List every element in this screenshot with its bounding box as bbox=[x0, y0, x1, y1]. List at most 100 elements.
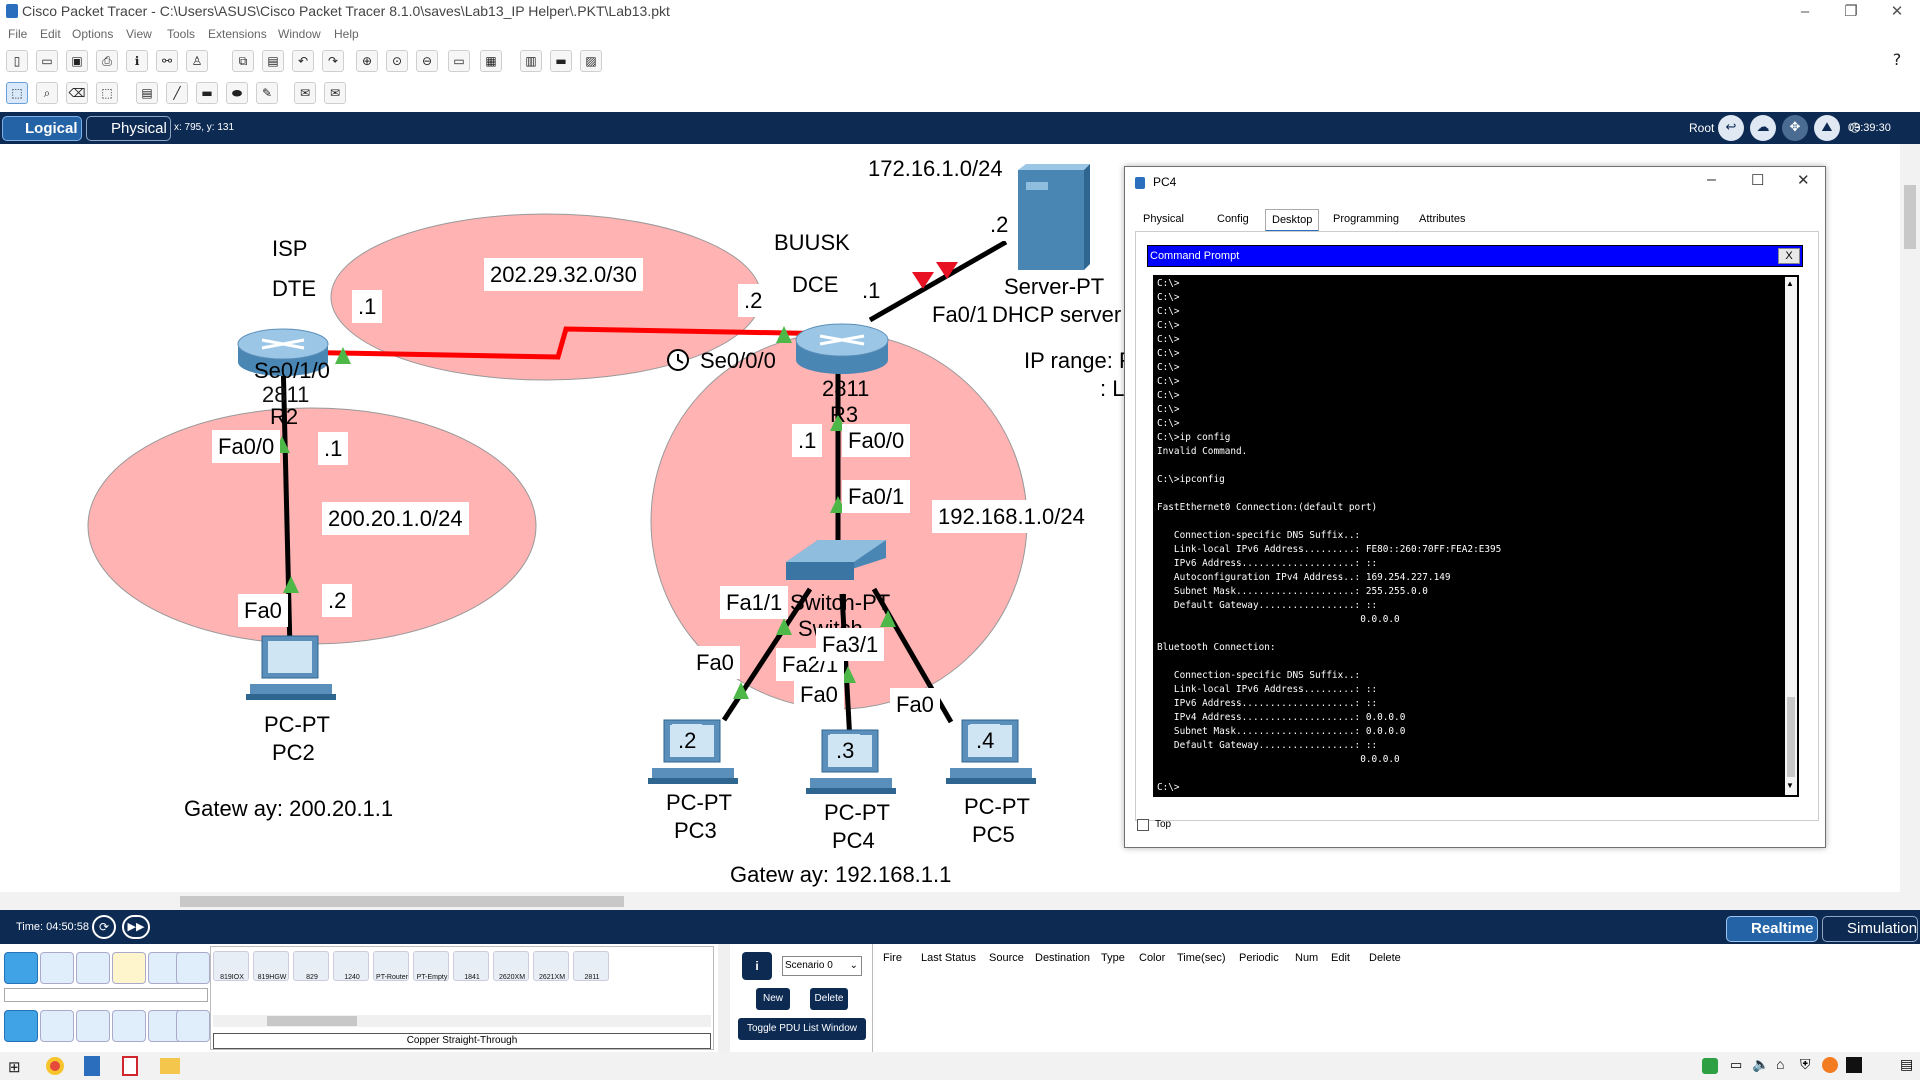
tray-network-icon[interactable]: ⌂ bbox=[1776, 1056, 1784, 1072]
menu-options[interactable]: Options bbox=[72, 27, 113, 41]
menu-edit[interactable]: Edit bbox=[40, 27, 61, 41]
draw-line-icon[interactable]: ╱ bbox=[166, 82, 188, 104]
windows-start-icon[interactable]: ⊞ bbox=[8, 1058, 21, 1076]
device-model-2621xm[interactable]: 2621XM bbox=[533, 951, 569, 981]
pdf-reader-icon[interactable] bbox=[122, 1056, 138, 1076]
activity-wizard-icon[interactable]: ♙ bbox=[186, 50, 208, 72]
delete-tool-icon[interactable]: ⌫ bbox=[66, 82, 88, 104]
command-scroll-thumb[interactable] bbox=[1787, 697, 1795, 777]
fast-forward-icon[interactable]: ▶▶ bbox=[122, 915, 150, 939]
zoom-reset-icon[interactable]: ⊙ bbox=[386, 50, 408, 72]
place-note-icon[interactable]: ▤ bbox=[136, 82, 158, 104]
components-icon[interactable] bbox=[76, 952, 110, 984]
hubs-icon[interactable] bbox=[76, 1010, 110, 1042]
info-icon[interactable]: ℹ bbox=[126, 50, 148, 72]
add-complex-pdu-icon[interactable]: ✉ bbox=[324, 82, 346, 104]
close-button[interactable]: ✕ bbox=[1882, 2, 1912, 22]
add-simple-pdu-icon[interactable]: ✉ bbox=[294, 82, 316, 104]
select-tool-icon[interactable]: ⬚ bbox=[6, 82, 28, 104]
resize-shape-icon[interactable]: ⬚ bbox=[96, 82, 118, 104]
zoom-out-icon[interactable]: ⊖ bbox=[416, 50, 438, 72]
top-checkbox[interactable] bbox=[1137, 819, 1149, 831]
menu-extensions[interactable]: Extensions bbox=[208, 27, 267, 41]
command-prompt-scrollbar[interactable]: ▲ ▼ bbox=[1785, 277, 1797, 795]
file-explorer-icon[interactable] bbox=[160, 1058, 180, 1074]
paste-icon[interactable]: ▤ bbox=[262, 50, 284, 72]
tab-physical[interactable]: Physical bbox=[86, 116, 171, 141]
scenario-select[interactable]: Scenario 0 ⌄ bbox=[782, 956, 862, 976]
device-model-1240[interactable]: 1240 bbox=[333, 951, 369, 981]
inspect-icon[interactable]: ⌕ bbox=[36, 82, 58, 104]
tab-physical-device[interactable]: Physical bbox=[1137, 209, 1190, 229]
toggle-pdu-list-button[interactable]: Toggle PDU List Window bbox=[738, 1018, 866, 1040]
pc4-minimize-button[interactable]: – bbox=[1707, 171, 1716, 189]
device-scroll-thumb[interactable] bbox=[267, 1016, 357, 1026]
new-scenario-button[interactable]: New bbox=[756, 988, 790, 1010]
restore-button[interactable]: ❐ bbox=[1836, 2, 1866, 22]
device-model-819iox[interactable]: 819IOX bbox=[213, 951, 249, 981]
freeform-icon[interactable]: ✎ bbox=[256, 82, 278, 104]
wan-emulation-icon[interactable] bbox=[176, 1010, 210, 1042]
menu-file[interactable]: File bbox=[8, 27, 27, 41]
chrome-icon[interactable] bbox=[46, 1057, 64, 1075]
redo-icon[interactable]: ↷ bbox=[322, 50, 344, 72]
menu-view[interactable]: View bbox=[126, 27, 152, 41]
menu-window[interactable]: Window bbox=[278, 27, 321, 41]
scroll-up-icon[interactable]: ▲ bbox=[1786, 279, 1794, 288]
tab-programming[interactable]: Programming bbox=[1327, 209, 1405, 229]
workspace-vertical-scrollbar[interactable] bbox=[1900, 144, 1920, 892]
wireless-icon[interactable] bbox=[112, 1010, 146, 1042]
device-model-1841[interactable]: 1841 bbox=[453, 951, 489, 981]
routers-icon[interactable] bbox=[4, 1010, 38, 1042]
menu-tools[interactable]: Tools bbox=[167, 27, 195, 41]
custom-devices-icon[interactable]: ▦ bbox=[480, 50, 502, 72]
end-devices-icon[interactable] bbox=[40, 952, 74, 984]
move-object-icon[interactable]: ✥ bbox=[1782, 115, 1808, 141]
help-icon[interactable]: ? bbox=[1886, 50, 1908, 72]
minimize-button[interactable]: – bbox=[1790, 2, 1820, 22]
device-model-pt-router[interactable]: PT-Router bbox=[373, 951, 409, 981]
switches-icon[interactable] bbox=[40, 1010, 74, 1042]
cloud-icon[interactable]: ☁ bbox=[1750, 115, 1776, 141]
pdu-info-button[interactable]: i bbox=[742, 952, 772, 980]
panel-splitter[interactable] bbox=[718, 944, 730, 1052]
scroll-down-icon[interactable]: ▼ bbox=[1786, 781, 1794, 790]
delete-scenario-button[interactable]: Delete bbox=[810, 988, 848, 1010]
command-prompt-close-button[interactable]: X bbox=[1778, 248, 1800, 264]
zoom-in-icon[interactable]: ⊕ bbox=[356, 50, 378, 72]
horizontal-scroll-thumb[interactable] bbox=[180, 896, 624, 907]
device-model-819hgw[interactable]: 819HGW bbox=[253, 951, 289, 981]
tab-config[interactable]: Config bbox=[1211, 209, 1255, 229]
tray-volume-icon[interactable]: 🔈 bbox=[1752, 1056, 1769, 1073]
undo-icon[interactable]: ↶ bbox=[292, 50, 314, 72]
simulation-button[interactable]: Simulation bbox=[1822, 916, 1918, 942]
multiuser-icon[interactable] bbox=[176, 952, 210, 984]
save-icon[interactable]: ▣ bbox=[66, 50, 88, 72]
device-model-pt-empty[interactable]: PT-Empty bbox=[413, 951, 449, 981]
tray-terminal-icon[interactable] bbox=[1846, 1057, 1862, 1073]
open-folder-icon[interactable]: ▭ bbox=[36, 50, 58, 72]
print-icon[interactable]: ⎙ bbox=[96, 50, 118, 72]
server-icon[interactable] bbox=[1018, 164, 1090, 270]
command-prompt-output[interactable]: C:\> C:\> C:\> C:\> C:\> C:\> C:\> C:\> C:\> C:\>… bbox=[1153, 275, 1799, 797]
connections-icon[interactable] bbox=[112, 952, 146, 984]
packet-tracer-taskbar-icon[interactable] bbox=[84, 1056, 100, 1076]
router-r3-icon[interactable] bbox=[795, 323, 889, 374]
device-model-2620xm[interactable]: 2620XM bbox=[493, 951, 529, 981]
new-file-icon[interactable]: ▯ bbox=[6, 50, 28, 72]
device-scrollbar[interactable] bbox=[213, 1015, 711, 1027]
power-cycle-icon[interactable]: ⟳ bbox=[92, 915, 116, 939]
tab-logical[interactable]: Logical bbox=[2, 116, 82, 141]
pc4-close-button[interactable]: ✕ bbox=[1797, 171, 1810, 189]
back-icon[interactable]: ↩ bbox=[1718, 115, 1744, 141]
pc4-maximize-button[interactable]: ☐ bbox=[1751, 171, 1764, 189]
network-info-icon[interactable]: ⚯ bbox=[156, 50, 178, 72]
device-model-2811[interactable]: 2811 bbox=[573, 951, 609, 981]
view-command-log-icon[interactable]: ▥ bbox=[520, 50, 542, 72]
draw-rectangle-icon[interactable]: ▬ bbox=[196, 82, 218, 104]
device-dialog-icon[interactable]: ▬ bbox=[550, 50, 572, 72]
screenshot-icon[interactable]: ▨ bbox=[580, 50, 602, 72]
menu-help[interactable]: Help bbox=[334, 27, 359, 41]
vertical-scroll-thumb[interactable] bbox=[1904, 185, 1916, 249]
realtime-button[interactable]: Realtime bbox=[1726, 916, 1818, 942]
